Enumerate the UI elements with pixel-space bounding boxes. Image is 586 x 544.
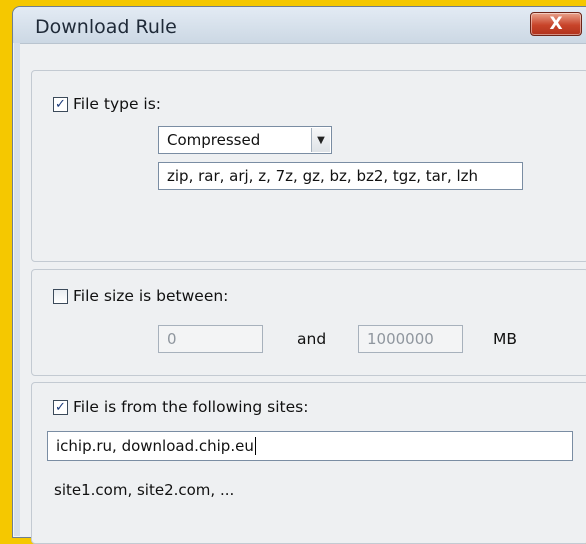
size-max-input[interactable]: 1000000	[358, 325, 463, 353]
text-caret	[254, 437, 256, 455]
file-type-label: File type is:	[73, 95, 162, 113]
size-max-value: 1000000	[367, 330, 434, 348]
sites-input[interactable]: ichip.ru, download.chip.eu	[47, 431, 573, 461]
dialog-body: ✓ File type is: Compressed ▼ zip, rar, a…	[20, 43, 586, 544]
sites-hint: site1.com, site2.com, ...	[54, 481, 235, 499]
title-bar[interactable]: Download Rule X	[13, 7, 586, 43]
check-icon: ✓	[55, 400, 66, 415]
download-rule-window: Download Rule X ✓ File type is: Compress…	[12, 6, 586, 544]
sites-checkbox[interactable]: ✓	[53, 400, 68, 415]
file-size-label: File size is between:	[73, 287, 229, 305]
file-type-group: ✓ File type is: Compressed ▼ zip, rar, a…	[31, 70, 586, 262]
file-size-checkbox[interactable]	[53, 289, 68, 304]
window-title: Download Rule	[35, 16, 177, 38]
size-min-input[interactable]: 0	[158, 325, 263, 353]
file-type-select[interactable]: Compressed ▼	[158, 126, 332, 154]
sites-value: ichip.ru, download.chip.eu	[56, 437, 254, 455]
chevron-down-icon[interactable]: ▼	[311, 128, 330, 152]
and-label: and	[297, 330, 327, 348]
file-type-checkbox[interactable]: ✓	[53, 97, 68, 112]
file-type-select-value: Compressed	[167, 131, 261, 149]
sites-group: ✓ File is from the following sites: ichi…	[31, 382, 586, 544]
size-min-value: 0	[167, 330, 177, 348]
sites-label: File is from the following sites:	[73, 398, 309, 416]
extensions-input[interactable]: zip, rar, arj, z, 7z, gz, bz, bz2, tgz, …	[158, 162, 523, 190]
check-icon: ✓	[55, 97, 66, 112]
extensions-value: zip, rar, arj, z, 7z, gz, bz, bz2, tgz, …	[167, 167, 479, 185]
file-size-group: File size is between: 0 and 1000000 MB	[31, 269, 586, 376]
size-unit-label: MB	[493, 330, 518, 348]
close-icon: X	[549, 14, 563, 34]
close-button[interactable]: X	[530, 12, 582, 36]
